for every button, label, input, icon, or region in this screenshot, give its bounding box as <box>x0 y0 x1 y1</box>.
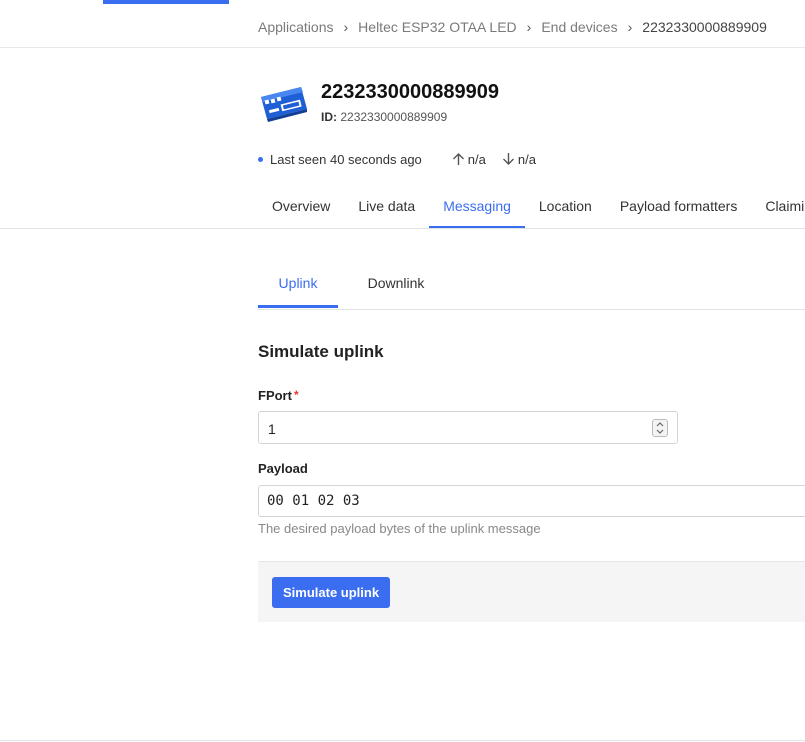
tab-claiming[interactable]: Claiming <box>751 186 805 229</box>
device-id-value: 2232330000889909 <box>340 110 448 124</box>
device-tabs: Overview Live data Messaging Location Pa… <box>258 186 805 229</box>
stepper-arrows-icon <box>656 422 664 434</box>
breadcrumb-applications[interactable]: Applications <box>258 19 334 35</box>
subtabs-divider <box>258 309 805 310</box>
tab-location[interactable]: Location <box>525 186 606 229</box>
simulate-uplink-button[interactable]: Simulate uplink <box>272 577 391 608</box>
chevron-right-icon: › <box>343 19 349 35</box>
tabs-divider <box>0 228 805 229</box>
payload-input[interactable]: 00 01 02 03 <box>258 485 805 517</box>
breadcrumb-current-device: 2232330000889909 <box>642 19 767 35</box>
payload-label: Payload <box>258 461 308 476</box>
subtab-downlink[interactable]: Downlink <box>356 263 436 308</box>
downlink-count: n/a <box>517 151 536 167</box>
tab-payload-formatters[interactable]: Payload formatters <box>606 186 752 229</box>
arrow-up-icon <box>452 153 464 165</box>
last-seen-text: Last seen 40 seconds ago <box>270 151 422 167</box>
device-board-icon <box>261 87 307 122</box>
tab-live-data[interactable]: Live data <box>344 186 429 229</box>
device-title: 2232330000889909 <box>321 81 499 103</box>
tab-overview[interactable]: Overview <box>258 186 344 229</box>
chevron-right-icon: › <box>526 19 532 35</box>
status-dot-icon <box>258 156 263 162</box>
number-stepper[interactable] <box>652 419 668 437</box>
breadcrumb: Applications › Heltec ESP32 OTAA LED › E… <box>258 17 767 37</box>
required-marker: * <box>293 388 299 402</box>
form-submit-bar: Simulate uplink <box>258 561 805 622</box>
fport-input[interactable]: 1 <box>258 411 678 444</box>
downlink-counter: n/a <box>502 152 536 167</box>
fport-label: FPort * <box>258 388 299 403</box>
fport-value: 1 <box>268 421 276 437</box>
tab-messaging[interactable]: Messaging <box>429 186 525 229</box>
fport-label-text: FPort <box>258 388 292 403</box>
breadcrumb-application[interactable]: Heltec ESP32 OTAA LED <box>358 19 516 35</box>
section-title: Simulate uplink <box>258 342 384 361</box>
subtab-uplink[interactable]: Uplink <box>258 263 338 308</box>
messaging-subtabs: Uplink Downlink <box>258 263 436 309</box>
device-id-label: ID: <box>321 110 337 124</box>
breadcrumb-end-devices[interactable]: End devices <box>541 19 617 35</box>
payload-value: 00 01 02 03 <box>267 493 360 509</box>
arrow-down-icon <box>502 153 514 165</box>
device-id: ID: 2232330000889909 <box>321 110 447 124</box>
top-nav-active-indicator <box>103 0 229 4</box>
uplink-count: n/a <box>467 151 486 167</box>
device-status-row: Last seen 40 seconds ago n/a n/a <box>258 150 536 168</box>
chevron-right-icon: › <box>627 19 633 35</box>
header-divider <box>0 47 805 48</box>
uplink-counter: n/a <box>452 152 486 167</box>
footer-divider <box>0 740 805 741</box>
payload-help-text: The desired payload bytes of the uplink … <box>258 521 541 536</box>
